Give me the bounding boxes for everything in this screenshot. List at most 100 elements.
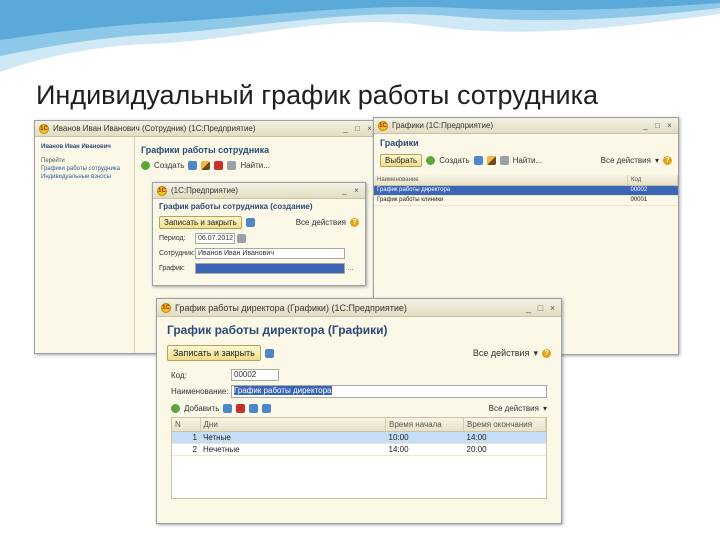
- table-toolbar: Добавить Все действия ▾: [157, 400, 561, 417]
- period-label: Период:: [159, 235, 186, 242]
- close-icon[interactable]: ×: [665, 121, 674, 130]
- toolbar: Выбрать Создать Найти... Все действия ▾ …: [374, 152, 678, 169]
- copy-icon[interactable]: [223, 404, 233, 413]
- row-start: 14:00: [385, 443, 464, 456]
- wave-decoration: [0, 0, 720, 72]
- help-icon[interactable]: ?: [542, 348, 551, 358]
- 1c-logo-icon: 1C: [157, 185, 167, 196]
- minimize-icon[interactable]: _: [341, 124, 350, 133]
- select-button[interactable]: Выбрать: [380, 154, 423, 167]
- create-icon: [426, 156, 436, 165]
- toolbar: Создать Найти...: [135, 159, 378, 172]
- close-icon[interactable]: ×: [548, 303, 557, 313]
- table-row[interactable]: 1 Четные 10:00 14:00: [172, 431, 546, 444]
- window-title: Графики (1С:Предприятие): [392, 121, 494, 130]
- copy-icon[interactable]: [188, 161, 198, 170]
- toolbar: Записать и закрыть Все действия ?: [153, 214, 365, 231]
- table-all-actions-menu[interactable]: Все действия: [489, 404, 539, 413]
- code-row: Код: 00002: [157, 363, 561, 383]
- period-field[interactable]: 06.07.2012: [195, 233, 235, 244]
- period-row: Период: 06.07.2012: [153, 231, 365, 246]
- employee-label: Сотрудник:: [159, 250, 195, 257]
- table-row[interactable]: График работы клиники 00001: [374, 195, 678, 206]
- employee-field[interactable]: Иванов Иван Иванович: [195, 248, 345, 259]
- row-code: 00001: [627, 195, 678, 206]
- save-close-label: Записать и закрыть: [164, 218, 237, 227]
- 1c-logo-icon: 1C: [161, 302, 171, 313]
- calendar-icon[interactable]: [237, 234, 246, 243]
- find-button[interactable]: Найти...: [240, 161, 270, 170]
- window-controls: _ □ ×: [524, 303, 557, 313]
- maximize-icon[interactable]: □: [353, 124, 362, 133]
- row-days: Нечетные: [200, 443, 386, 456]
- row-name: График работы клиники: [374, 195, 628, 206]
- close-icon[interactable]: ×: [352, 186, 361, 195]
- choose-icon[interactable]: …: [347, 265, 354, 272]
- copy-icon[interactable]: [473, 156, 483, 165]
- sidebar-head: Перейти: [41, 158, 65, 164]
- save-close-button[interactable]: Записать и закрыть: [159, 216, 242, 229]
- save-icon[interactable]: [245, 218, 255, 227]
- slide: Индивидуальный график работы сотрудника …: [0, 0, 720, 540]
- edit-icon[interactable]: [201, 161, 211, 170]
- delete-icon[interactable]: [236, 404, 246, 413]
- name-row: Наименование: График работы директора: [157, 383, 561, 400]
- move-up-icon[interactable]: [249, 404, 259, 413]
- name-field[interactable]: График работы директора: [231, 385, 547, 398]
- chevron-down-icon[interactable]: ▾: [655, 156, 659, 165]
- table-row[interactable]: График работы директора 00002: [374, 185, 678, 196]
- find-icon: [499, 156, 509, 165]
- add-button[interactable]: Добавить: [184, 404, 219, 413]
- code-field[interactable]: 00002: [231, 369, 279, 381]
- form-title: График работы сотрудника (создание): [159, 202, 313, 211]
- employee-window-titlebar[interactable]: 1C Иванов Иван Иванович (Сотрудник) (1С:…: [35, 121, 378, 137]
- col-n-header[interactable]: N: [172, 418, 201, 432]
- director-window-titlebar[interactable]: 1C График работы директора (Графики) (1С…: [157, 299, 561, 317]
- schedule-label: График:: [159, 265, 185, 272]
- sidebar-link-schedules[interactable]: Графики работы сотрудника: [35, 165, 134, 173]
- create-button[interactable]: Создать: [439, 156, 469, 165]
- all-actions-menu[interactable]: Все действия: [473, 348, 530, 358]
- 1c-logo-icon: 1C: [39, 123, 49, 134]
- find-button[interactable]: Найти...: [513, 156, 543, 165]
- col-days-header[interactable]: Дни: [200, 418, 386, 432]
- table-row[interactable]: 2 Нечетные 14:00 20:00: [172, 443, 546, 456]
- maximize-icon[interactable]: □: [653, 121, 662, 130]
- window-controls: _ □ ×: [341, 124, 374, 133]
- help-icon[interactable]: ?: [350, 218, 359, 227]
- row-name: График работы директора: [374, 185, 628, 196]
- employee-row: Сотрудник: Иванов Иван Иванович: [153, 246, 365, 261]
- minimize-icon[interactable]: _: [641, 121, 650, 130]
- delete-icon[interactable]: [214, 161, 224, 170]
- chevron-down-icon[interactable]: ▾: [543, 404, 547, 413]
- maximize-icon[interactable]: □: [536, 303, 545, 313]
- col-name-header[interactable]: Наименование: [374, 175, 628, 186]
- create-button[interactable]: Создать: [154, 161, 184, 170]
- row-end: 14:00: [463, 431, 546, 444]
- employee-schedule-create-window[interactable]: 1C (1С:Предприятие) _ × График работы со…: [152, 182, 366, 286]
- create-window-titlebar[interactable]: 1C (1С:Предприятие) _ ×: [153, 183, 365, 199]
- save-close-button[interactable]: Записать и закрыть: [167, 345, 261, 361]
- form-title: Графики: [380, 138, 419, 148]
- minimize-icon[interactable]: _: [340, 186, 349, 195]
- col-code-header[interactable]: Код: [627, 175, 678, 186]
- name-label: Наименование:: [171, 387, 229, 396]
- row-n: 2: [172, 443, 200, 456]
- edit-icon[interactable]: [486, 156, 496, 165]
- sidebar-link-contributions[interactable]: Индивидуальные взносы: [35, 173, 134, 181]
- move-down-icon[interactable]: [262, 404, 272, 413]
- sidebar: Иванов Иван Иванович Перейти Графики раб…: [35, 137, 135, 353]
- window-title: (1С:Предприятие): [171, 186, 239, 195]
- days-table: N Дни Время начала Время окончания 1 Чет…: [172, 418, 546, 456]
- save-icon[interactable]: [264, 348, 274, 358]
- col-end-header[interactable]: Время окончания: [463, 418, 546, 432]
- col-start-header[interactable]: Время начала: [385, 418, 464, 432]
- help-icon[interactable]: ?: [663, 156, 672, 165]
- all-actions-menu[interactable]: Все действия: [296, 218, 346, 227]
- all-actions-menu[interactable]: Все действия: [601, 156, 651, 165]
- minimize-icon[interactable]: _: [524, 303, 533, 313]
- schedule-field[interactable]: [195, 263, 345, 274]
- chevron-down-icon[interactable]: ▾: [533, 348, 538, 359]
- director-schedule-window[interactable]: 1C График работы директора (Графики) (1С…: [156, 298, 562, 524]
- schedules-window-titlebar[interactable]: 1C Графики (1С:Предприятие) _ □ ×: [374, 118, 678, 134]
